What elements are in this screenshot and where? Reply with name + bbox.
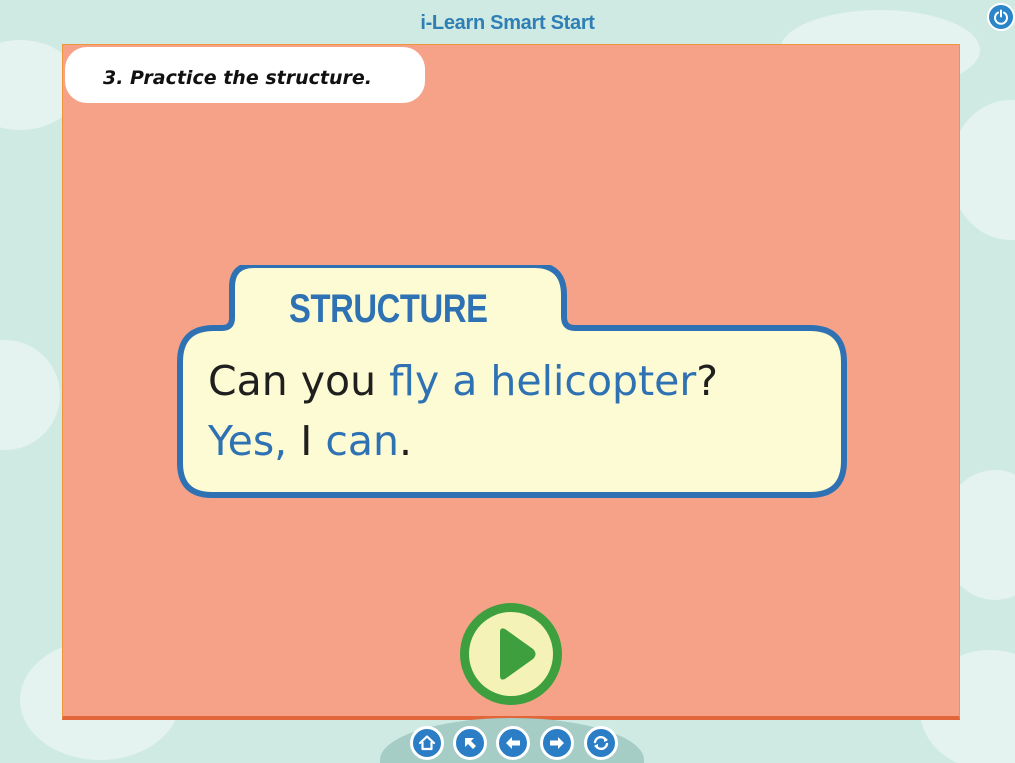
structure-box: STRUCTURE Can you fly a helicopter? Yes,… bbox=[176, 265, 848, 501]
question-sentence: Can you fly a helicopter? bbox=[208, 357, 718, 405]
previous-button[interactable] bbox=[496, 726, 530, 760]
background-cloud bbox=[0, 340, 60, 450]
question-mark: ? bbox=[696, 357, 718, 405]
question-highlight: fly a helicopter bbox=[389, 357, 697, 405]
back-to-start-button[interactable] bbox=[453, 726, 487, 760]
instruction-text: 3. Practice the structure. bbox=[103, 67, 372, 89]
home-icon bbox=[418, 735, 436, 751]
answer-verb: can bbox=[325, 417, 400, 465]
arrow-up-left-icon bbox=[465, 738, 476, 749]
arrow-right-icon bbox=[550, 737, 564, 749]
play-button-face bbox=[469, 612, 553, 696]
play-icon bbox=[500, 628, 536, 680]
arrow-left-icon bbox=[506, 737, 520, 749]
refresh-icon bbox=[593, 735, 609, 751]
next-button[interactable] bbox=[540, 726, 574, 760]
answer-pronoun: I bbox=[287, 417, 326, 465]
app-title: i-Learn Smart Start bbox=[420, 12, 595, 34]
question-text: Can you bbox=[208, 357, 390, 405]
lesson-stage: 3. Practice the structure. STRUCTURE Can… bbox=[62, 44, 960, 720]
answer-yes: Yes, bbox=[208, 417, 288, 465]
power-button[interactable] bbox=[987, 3, 1015, 31]
instruction-tab: 3. Practice the structure. bbox=[65, 47, 425, 103]
play-button[interactable] bbox=[460, 603, 562, 705]
home-button[interactable] bbox=[410, 726, 444, 760]
structure-label: STRUCTURE bbox=[289, 287, 488, 331]
answer-sentence: Yes, I can. bbox=[208, 417, 412, 465]
power-icon bbox=[994, 9, 1008, 25]
replay-button[interactable] bbox=[584, 726, 618, 760]
answer-period: . bbox=[399, 417, 413, 465]
app-window: i-Learn Smart Start 3. Practice the stru… bbox=[0, 0, 1015, 763]
